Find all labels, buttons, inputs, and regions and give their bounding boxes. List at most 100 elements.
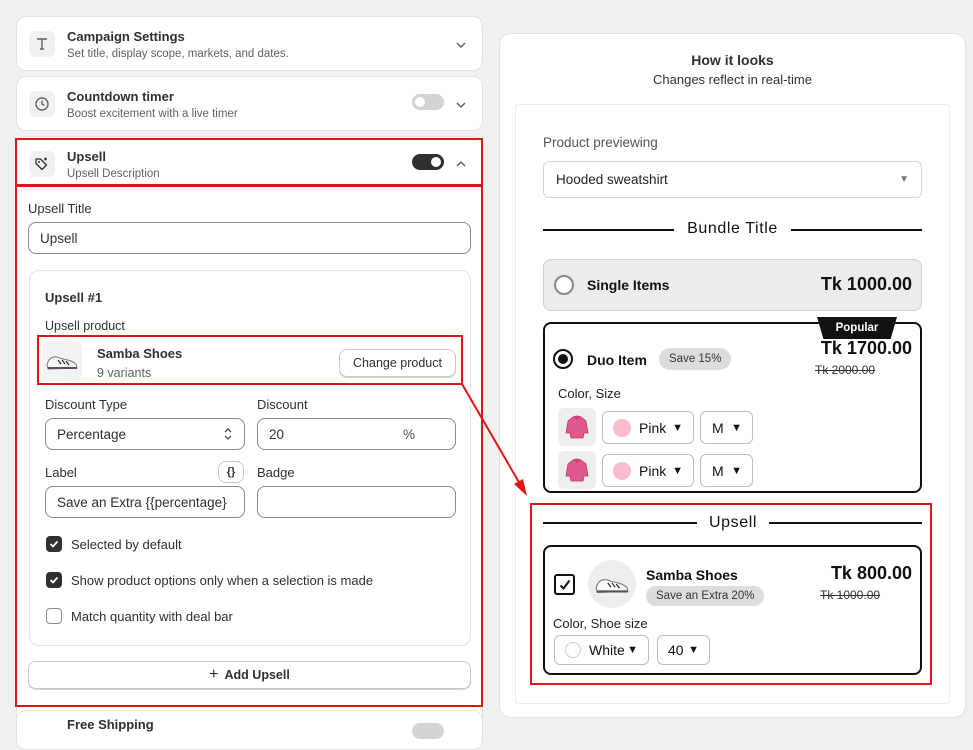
hoodie-icon <box>565 458 589 482</box>
duo-item-compare-price: Tk 2000.00 <box>815 363 876 377</box>
change-product-button[interactable]: Change product <box>339 349 456 377</box>
insert-variable-button[interactable]: {} <box>218 461 244 483</box>
upsell-options-label: Color, Shoe size <box>553 616 648 631</box>
upsell-color-select[interactable]: White ▼ <box>554 635 649 665</box>
upsell-shoe-thumbnail <box>588 560 636 608</box>
upsell-divider-left <box>543 522 697 524</box>
discount-input[interactable]: 20 % <box>257 418 456 450</box>
free-shipping-toggle[interactable] <box>412 723 444 739</box>
single-items-radio[interactable] <box>554 275 574 295</box>
text-icon <box>29 31 55 57</box>
upsell-size-select[interactable]: 40 ▼ <box>657 635 710 665</box>
duo-color-select-2[interactable]: Pink ▼ <box>602 454 694 487</box>
duo-item-label: Duo Item <box>587 352 647 368</box>
duo-color-value-1: Pink <box>639 419 667 436</box>
countdown-timer-title: Countdown timer <box>67 89 174 104</box>
caret-down-icon: ▼ <box>731 421 742 434</box>
single-items-price: Tk 1000.00 <box>820 274 912 294</box>
label-value: Save an Extra {{percentage} <box>57 494 227 510</box>
upsell-title-value: Upsell <box>40 230 78 246</box>
shoe-icon <box>46 356 78 370</box>
upsell-preview-name: Samba Shoes <box>646 567 738 583</box>
upsell-divider-right <box>769 522 922 524</box>
duo-color-select-1[interactable]: Pink ▼ <box>602 411 694 444</box>
popular-badge: Popular <box>817 317 897 339</box>
shoe-thumbnail <box>42 341 82 381</box>
discount-unit: % <box>402 426 415 442</box>
upsell-preview-card[interactable]: Samba Shoes Save an Extra 20% Tk 800.00 … <box>543 545 922 675</box>
upsell-section-title: Upsell <box>67 149 107 164</box>
discount-type-label: Discount Type <box>45 397 128 412</box>
upsell-product-variants: 9 variants <box>97 366 152 380</box>
upsell-preview-price: Tk 800.00 <box>830 563 912 583</box>
match-quantity-checkbox[interactable] <box>46 608 62 624</box>
checkmark-icon <box>49 576 59 584</box>
caret-down-icon: ▼ <box>688 644 699 656</box>
clock-icon <box>29 91 55 117</box>
add-upsell-button[interactable]: + Add Upsell <box>28 661 471 689</box>
product-preview-value: Hooded sweatshirt <box>556 172 668 187</box>
white-swatch <box>565 642 581 658</box>
badge-label: Badge <box>257 465 295 480</box>
bundle-title-divider-left <box>543 229 674 231</box>
discount-type-select[interactable]: Percentage <box>45 418 245 450</box>
upsell-preview-compare-price: Tk 1000.00 <box>820 588 881 602</box>
select-arrows-icon <box>224 428 232 440</box>
badge-input[interactable] <box>257 486 456 518</box>
upsell-title-label: Upsell Title <box>28 201 92 216</box>
toggle-knob <box>431 157 441 167</box>
duo-options-label: Color, Size <box>558 386 621 401</box>
add-upsell-label: Add Upsell <box>224 668 290 682</box>
duo-size-select-2[interactable]: M ▼ <box>700 454 753 487</box>
caret-down-icon: ▼ <box>672 464 683 477</box>
pink-swatch <box>613 461 631 480</box>
bundle-title-divider-right <box>791 229 922 231</box>
label-input[interactable]: Save an Extra {{percentage} <box>45 486 245 518</box>
free-shipping-section[interactable]: Free Shipping <box>16 710 483 750</box>
upsell-section-desc: Upsell Description <box>67 168 160 180</box>
caret-down-icon: ▼ <box>672 421 683 434</box>
chevron-up-icon[interactable] <box>454 157 468 171</box>
shoe-icon <box>595 579 629 594</box>
upsell-product-label: Upsell product <box>45 319 125 333</box>
toggle-knob <box>415 97 425 107</box>
caret-down-icon: ▼ <box>731 464 742 477</box>
match-quantity-label: Match quantity with deal bar <box>71 609 233 624</box>
duo-item-radio[interactable] <box>553 349 573 369</box>
selected-by-default-label: Selected by default <box>71 537 182 552</box>
tag-plus-icon <box>29 151 55 177</box>
hoodie-thumbnail <box>558 408 596 446</box>
chevron-down-icon[interactable] <box>454 38 468 52</box>
upsell-title-input[interactable]: Upsell <box>28 222 471 254</box>
chevron-down-icon[interactable] <box>454 98 468 112</box>
upsell-section: Upsell Upsell Description Upsell Title U… <box>16 136 483 736</box>
upsell-toggle[interactable] <box>412 154 444 170</box>
duo-item-price: Tk 1700.00 <box>820 338 912 358</box>
selected-by-default-checkbox[interactable] <box>46 536 62 552</box>
duo-item-option[interactable]: Popular Duo Item Save 15% Tk 1700.00 Tk … <box>543 317 922 493</box>
duo-size-value-2: M <box>712 462 724 479</box>
free-shipping-title: Free Shipping <box>67 717 154 732</box>
show-options-checkbox[interactable] <box>46 572 62 588</box>
countdown-toggle[interactable] <box>412 94 444 110</box>
hoodie-thumbnail <box>558 451 596 489</box>
campaign-settings-section[interactable]: Campaign Settings Set title, display sco… <box>16 16 483 71</box>
duo-save-badge: Save 15% <box>659 348 732 370</box>
duo-size-select-1[interactable]: M ▼ <box>700 411 753 444</box>
show-options-label: Show product options only when a selecti… <box>71 573 374 588</box>
radio-dot <box>558 354 568 364</box>
upsell-item-card: Upsell #1 Upsell product Samba Shoes 9 v… <box>29 270 471 646</box>
caret-down-icon: ▼ <box>627 644 638 656</box>
popular-badge-text: Popular <box>835 322 879 334</box>
product-preview-select[interactable]: Hooded sweatshirt ▼ <box>543 161 922 198</box>
preview-title: How it looks <box>691 52 774 68</box>
campaign-settings-desc: Set title, display scope, markets, and d… <box>67 48 289 60</box>
label-label: Label <box>45 465 77 480</box>
upsell-section-header[interactable]: Upsell Upsell Description <box>17 137 482 187</box>
single-items-option[interactable]: Single Items Tk 1000.00 <box>543 259 922 311</box>
discount-label: Discount <box>257 397 308 412</box>
upsell-preview-checkbox[interactable] <box>554 574 575 595</box>
duo-color-value-2: Pink <box>639 462 667 479</box>
countdown-timer-section[interactable]: Countdown timer Boost excitement with a … <box>16 76 483 131</box>
upsell-item-heading: Upsell #1 <box>45 290 103 305</box>
